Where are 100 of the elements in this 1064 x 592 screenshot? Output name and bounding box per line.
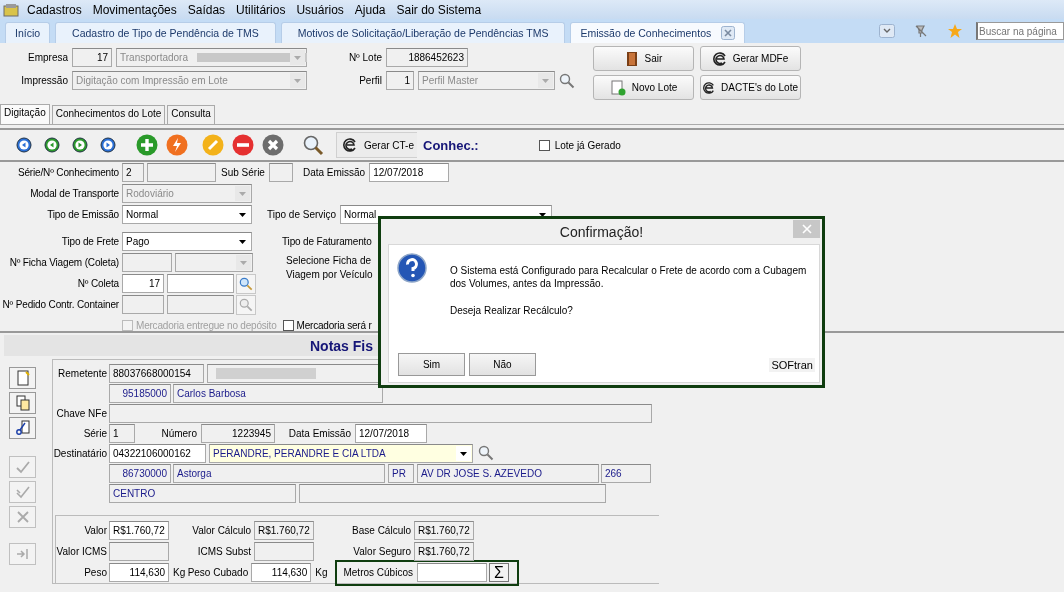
value-field[interactable]: R$1.760,72 (254, 521, 314, 540)
skip-forward-icon[interactable] (100, 137, 116, 153)
action-button[interactable]: Sair (593, 46, 694, 71)
number-field[interactable] (147, 163, 216, 182)
zip-field[interactable]: 86730000 (109, 463, 171, 483)
trip-sheet-field[interactable] (122, 253, 172, 272)
tab[interactable]: Conhecimentos do Lote (51, 105, 166, 124)
emission-select[interactable]: Normal (122, 205, 252, 224)
e-icon (343, 138, 357, 152)
city-field[interactable]: Astorga (173, 463, 385, 483)
menu-item[interactable]: Ajuda (354, 2, 386, 17)
sender-document-field[interactable]: 88037668000154 (109, 363, 204, 383)
checkbox[interactable] (282, 320, 294, 331)
state-field[interactable]: PR (388, 463, 414, 483)
field-label: Tipo de Serviço (267, 209, 337, 220)
menu-item[interactable]: Cadastros (27, 2, 82, 17)
date-field[interactable]: 12/07/2018 (369, 163, 450, 182)
invoice-key-field[interactable] (109, 403, 652, 423)
zip-field[interactable]: 95185000 (109, 383, 171, 403)
tab[interactable]: Consulta (167, 105, 215, 124)
lot-number-field[interactable]: 1886452623 (386, 48, 468, 67)
new-document-icon (609, 79, 626, 96)
search-icon[interactable] (302, 134, 324, 156)
number-field[interactable]: 1223945 (201, 423, 275, 443)
address-field[interactable]: AV DR JOSE S. AZEVEDO (417, 463, 599, 483)
scissors-icon (14, 420, 31, 436)
field-label: Modal de Transporte (29, 188, 120, 199)
lightning-icon[interactable] (166, 134, 188, 156)
date-field[interactable]: 12/07/2018 (355, 423, 427, 443)
search-icon[interactable] (559, 72, 575, 89)
recipient-select[interactable]: PERANDRE, PERANDRE E CIA LTDA (209, 443, 473, 463)
weight-field[interactable]: 114,630 (109, 563, 169, 582)
cubic-meters-field[interactable] (416, 563, 487, 582)
field-label: Empresa (27, 52, 68, 63)
recipient-document-field[interactable]: 04322106000162 (109, 443, 206, 463)
search-button[interactable] (236, 294, 256, 315)
value-field[interactable]: R$1.760,72 (109, 521, 169, 540)
field-label: Selecione Ficha de Viagem por Veículo (286, 254, 374, 282)
tab[interactable]: Início (5, 22, 51, 43)
skip-back-icon[interactable] (16, 137, 32, 153)
menu-item[interactable]: Utilitários (236, 2, 286, 17)
menu-item[interactable]: Movimentações (92, 2, 177, 17)
tab[interactable]: Emissão de Conhecimentos (570, 22, 746, 43)
close-button[interactable] (793, 220, 820, 238)
chevron-down-icon[interactable] (879, 24, 895, 38)
menu-item[interactable]: Saídas (187, 2, 226, 17)
action-button[interactable]: DACTE's do Lote (700, 75, 801, 100)
copy-document-button[interactable] (9, 392, 36, 414)
checkbox[interactable] (538, 139, 550, 151)
address-number-field[interactable]: 266 (601, 463, 651, 483)
pickup-name-field[interactable] (167, 274, 234, 293)
close-icon[interactable] (721, 26, 736, 40)
dialog-button[interactable]: Sim (398, 353, 465, 376)
section-label: Conhec.: (423, 137, 479, 153)
sum-button[interactable]: Σ (488, 563, 509, 582)
complement-field[interactable] (299, 483, 606, 503)
weight-field[interactable]: 114,630 (251, 563, 312, 582)
code-field[interactable]: 1 (386, 71, 414, 90)
pin-icon[interactable] (914, 24, 928, 38)
x-circle-icon[interactable] (262, 134, 284, 156)
menu-item[interactable]: Usuários (296, 2, 344, 17)
freight-select[interactable]: Pago (122, 232, 252, 251)
series-field[interactable]: 2 (122, 163, 144, 182)
series-field[interactable]: 1 (109, 423, 135, 443)
field-label: Tipo de Emissão (46, 209, 120, 220)
search-field[interactable]: Buscar na página (976, 22, 1064, 40)
order-name-field[interactable] (167, 295, 234, 314)
pickup-field[interactable]: 17 (122, 274, 164, 293)
generate-button[interactable]: Gerar CT-e (336, 132, 417, 158)
city-field[interactable]: Carlos Barbosa (173, 383, 383, 403)
menu-item[interactable]: Sair do Sistema (396, 2, 482, 17)
plus-icon[interactable] (136, 134, 158, 156)
star-icon[interactable] (947, 23, 963, 39)
value-field[interactable]: R$1.760,72 (414, 542, 474, 561)
dialog-message: O Sistema está Configurado para Recalcular o Frete de acordo com a Cubagem dos Volumes, antes da Impressão. (450, 264, 808, 290)
sub-series-field[interactable] (268, 163, 293, 182)
order-field[interactable] (122, 295, 164, 314)
value-field[interactable]: R$1.760,72 (414, 521, 474, 540)
trip-sheet-select[interactable] (175, 253, 253, 272)
field-label: Data Emissão (287, 427, 351, 439)
check-icon (14, 459, 31, 475)
pencil-icon[interactable] (202, 134, 224, 156)
action-button[interactable]: Gerar MDFe (700, 46, 801, 71)
tab[interactable]: Cadastro de Tipo de Pendência de TMS (55, 22, 276, 43)
tab[interactable]: Motivos de Solicitação/Liberação de Pendências TMS (280, 22, 566, 43)
minus-icon[interactable] (232, 134, 254, 156)
district-field[interactable]: CENTRO (109, 483, 296, 503)
cut-document-button[interactable] (9, 417, 36, 439)
previous-icon[interactable] (44, 137, 60, 153)
tab[interactable]: Digitação (0, 104, 50, 124)
value-field[interactable] (254, 542, 314, 561)
action-button[interactable]: Novo Lote (593, 75, 694, 100)
next-icon[interactable] (72, 137, 88, 153)
code-field[interactable]: 17 (72, 48, 112, 67)
dialog-button[interactable]: Não (469, 353, 536, 376)
field-label: Nº Ficha Viagem (Coleta) (8, 257, 120, 268)
search-button[interactable] (236, 273, 256, 294)
search-icon[interactable] (478, 445, 494, 461)
new-document-button[interactable] (9, 367, 36, 389)
value-field[interactable] (109, 542, 169, 561)
